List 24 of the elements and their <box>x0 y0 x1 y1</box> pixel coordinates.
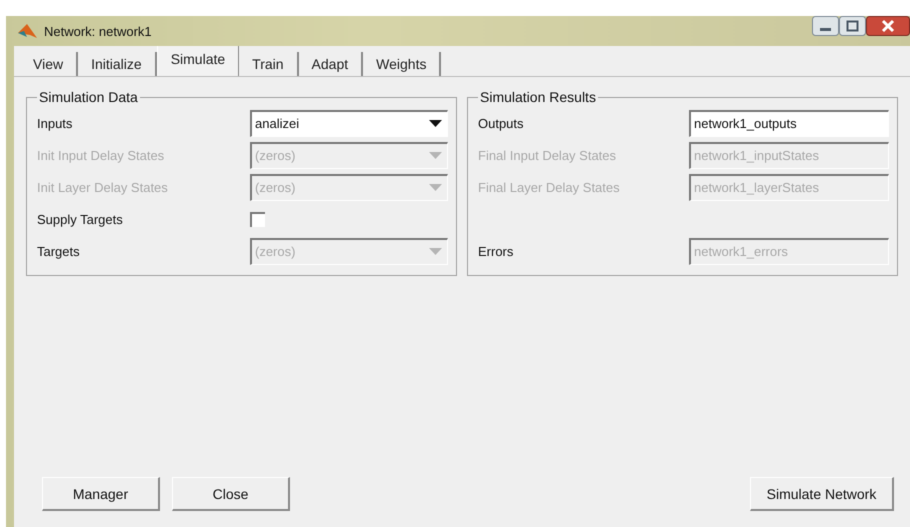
field-label: Targets <box>37 244 80 258</box>
window-title: Network: network1 <box>44 24 152 38</box>
field-label: Supply Targets <box>37 212 123 226</box>
field-label: Init Input Delay States <box>37 148 164 162</box>
dropdown-arrow-icon[interactable] <box>429 120 442 128</box>
field-label: Inputs <box>37 116 72 130</box>
field-label: Final Layer Delay States <box>478 180 620 194</box>
field-label: Outputs <box>478 116 524 130</box>
group-title: Simulation Data <box>38 89 139 105</box>
push-button[interactable]: Manager <box>42 477 160 511</box>
peak-surface-icon <box>18 22 38 40</box>
text-field[interactable]: network1_outputs <box>689 110 889 136</box>
close-icon[interactable] <box>866 16 910 36</box>
push-button[interactable]: Close <box>172 477 290 511</box>
group-title: Simulation Results <box>479 89 597 105</box>
checkbox[interactable] <box>250 212 265 226</box>
field-label: Init Layer Delay States <box>37 180 168 194</box>
maximize-icon[interactable] <box>839 16 866 36</box>
tab[interactable]: Simulate <box>156 46 240 76</box>
minimize-icon[interactable] <box>812 16 839 36</box>
dropdown[interactable]: analizei <box>250 110 448 136</box>
field-label: Errors <box>478 244 514 258</box>
push-button[interactable]: Simulate Network <box>750 477 894 511</box>
field-label: Final Input Delay States <box>478 148 616 162</box>
